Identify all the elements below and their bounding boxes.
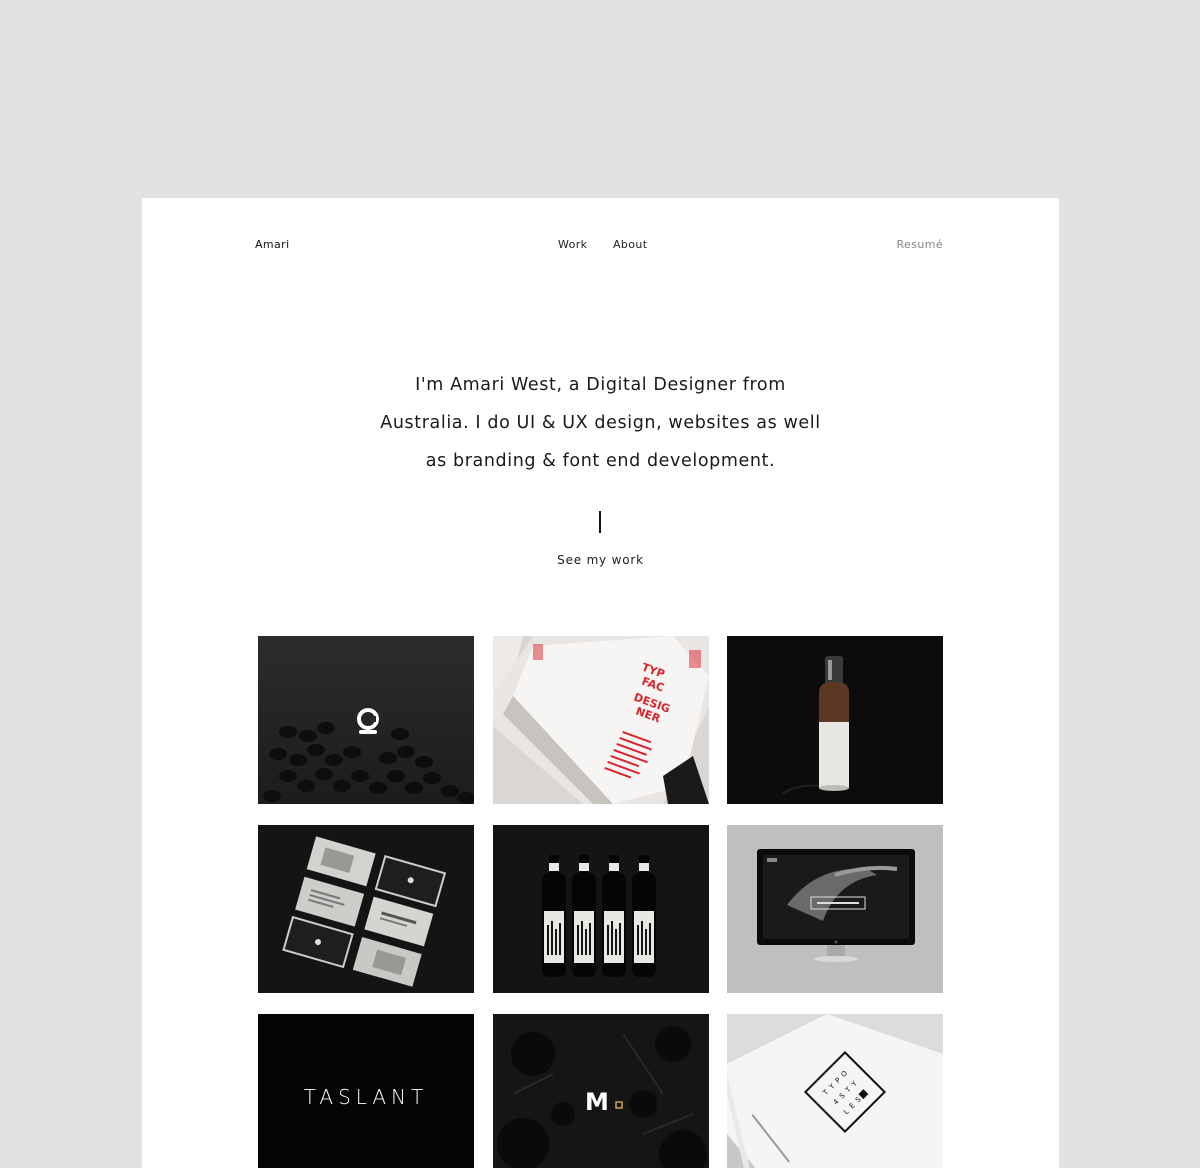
business-cards-tile[interactable]: [258, 825, 474, 993]
typography-book-image: T Y P O 4 S T Y L E S: [727, 1014, 943, 1168]
intro-line: Australia. I do UI & UX design, websites…: [380, 413, 821, 433]
intro-line: I'm Amari West, a Digital Designer from: [415, 375, 786, 395]
brand-logo[interactable]: Amari: [255, 238, 290, 251]
portfolio-page: Amari Work About Resumé I'm Amari West, …: [142, 198, 1059, 1168]
top-nav: Amari Work About Resumé: [142, 198, 1059, 292]
m-logo-tile[interactable]: M: [493, 1014, 709, 1168]
vertical-divider: [599, 511, 601, 533]
monitor-website-image: [727, 825, 943, 993]
taslant-wordmark: TASLANT: [304, 1085, 429, 1109]
wine-bottles-image: [493, 825, 709, 993]
wine-bottles-tile[interactable]: [493, 825, 709, 993]
wood-bottle-lamp-tile[interactable]: [727, 636, 943, 804]
red-type-book-tile[interactable]: TYP FAC DESIG NER: [493, 636, 709, 804]
coffee-beans-image: [258, 636, 474, 804]
resume-link[interactable]: Resumé: [896, 238, 943, 251]
wood-bottle-image: [727, 636, 943, 804]
m-logo-image: M: [493, 1014, 709, 1168]
nav-work-link[interactable]: Work: [558, 238, 587, 251]
intro-text: I'm Amari West, a Digital Designer from …: [142, 366, 1059, 480]
typography-book-tile[interactable]: T Y P O 4 S T Y L E S: [727, 1014, 943, 1168]
see-my-work-link[interactable]: See my work: [142, 553, 1059, 567]
m-logo-letter: M: [585, 1088, 609, 1116]
intro-line: as branding & font end development.: [425, 451, 776, 471]
taslant-image: TASLANT: [258, 1014, 474, 1168]
business-cards-image: [258, 825, 474, 993]
nav-about-link[interactable]: About: [613, 238, 648, 251]
monitor-website-tile[interactable]: [727, 825, 943, 993]
red-type-book-image: TYP FAC DESIG NER: [493, 636, 709, 804]
coffee-beans-logo-tile[interactable]: [258, 636, 474, 804]
taslant-logo-tile[interactable]: TASLANT: [258, 1014, 474, 1168]
